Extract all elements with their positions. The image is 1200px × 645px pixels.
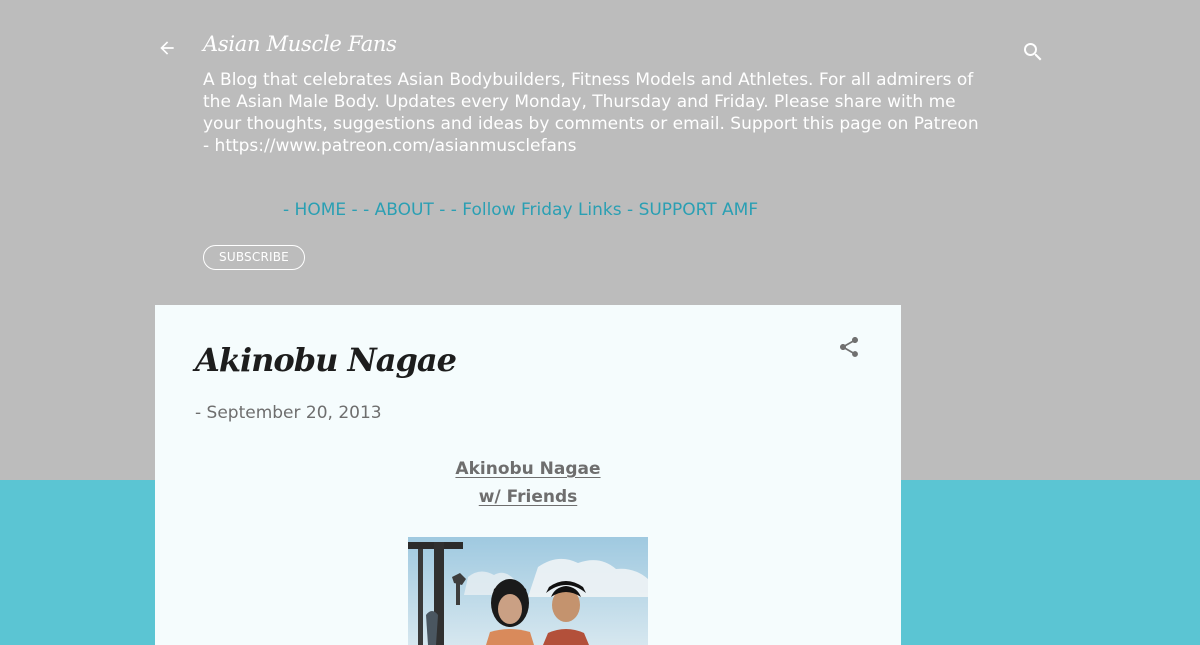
nav-link-home[interactable]: - HOME - — [283, 200, 358, 220]
post-subtitle: Akinobu Nagae w/ Friends — [155, 455, 901, 511]
nav-link-follow-friday[interactable]: - Follow Friday Links - — [451, 200, 633, 220]
page-nav: - HOME - - ABOUT - - Follow Friday Links… — [283, 199, 758, 221]
blog-title[interactable]: Asian Muscle Fans — [203, 32, 397, 56]
post-photo[interactable] — [408, 537, 648, 645]
post-photo-illustration — [408, 537, 648, 645]
post-date-link[interactable]: - September 20, 2013 — [195, 403, 382, 423]
share-icon[interactable] — [837, 335, 861, 359]
search-icon[interactable] — [1021, 40, 1045, 64]
post-date: - September 20, 2013 — [195, 403, 382, 423]
arrow-left-icon[interactable] — [157, 38, 177, 58]
subscribe-button[interactable]: SUBSCRIBE — [203, 245, 305, 270]
post-subtitle-line-1: Akinobu Nagae — [455, 459, 601, 479]
nav-link-support[interactable]: SUPPORT AMF — [639, 200, 759, 220]
post-subtitle-line-2: w/ Friends — [478, 487, 578, 507]
post-card: Akinobu Nagae - September 20, 2013 Akino… — [155, 305, 901, 645]
post-title[interactable]: Akinobu Nagae — [195, 341, 457, 379]
blog-description: A Blog that celebrates Asian Bodybuilder… — [203, 70, 979, 156]
nav-link-about[interactable]: - ABOUT - — [363, 200, 445, 220]
